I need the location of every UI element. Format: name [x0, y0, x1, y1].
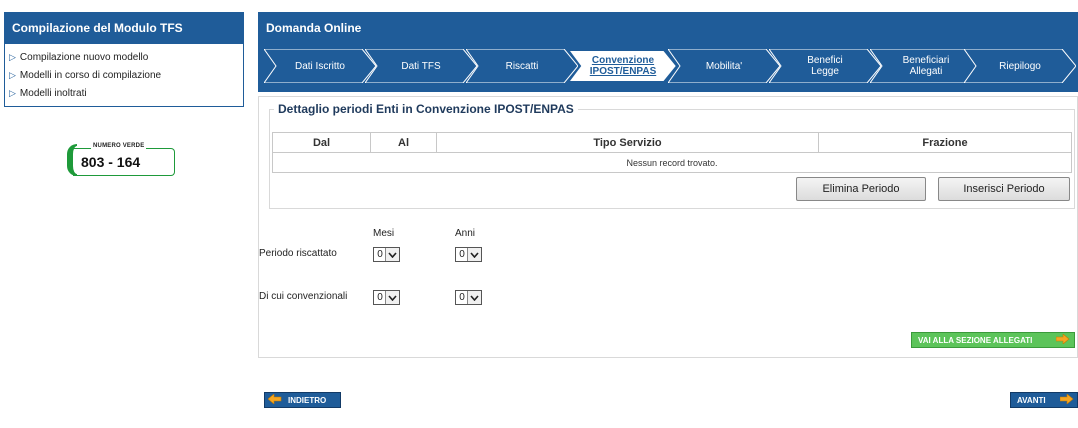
- triangle-right-icon: ▷: [9, 52, 16, 62]
- indietro-button[interactable]: INDIETRO: [264, 392, 341, 408]
- step-label: Mobilita': [705, 60, 743, 72]
- sidebar-item-label: Compilazione nuovo modello: [19, 52, 149, 63]
- step-label: Riepilogo: [999, 60, 1041, 72]
- column-header-dal[interactable]: Dal: [272, 132, 371, 153]
- sidebar-item-nuovo-modello[interactable]: ▷ Compilazione nuovo modello: [9, 48, 243, 66]
- sidebar-item-label: Modelli in corso di compilazione: [19, 70, 162, 81]
- inserisci-periodo-button[interactable]: Inserisci Periodo: [938, 177, 1070, 201]
- periodo-riscattato-label: Periodo riscattato: [259, 248, 337, 259]
- column-header-tipo-servizio[interactable]: Tipo Servizio: [436, 132, 819, 153]
- arrow-right-icon: [1055, 333, 1070, 346]
- empty-message: Nessun record trovato.: [272, 152, 1072, 173]
- step-benefici-legge[interactable]: Benefici Legge: [769, 49, 881, 83]
- sidebar-item-modelli-in-corso[interactable]: ▷ Modelli in corso di compilazione: [9, 66, 243, 84]
- sidebar: Compilazione del Modulo TFS ▷ Compilazion…: [4, 12, 244, 107]
- sidebar-item-modelli-inoltrati[interactable]: ▷ Modelli inoltrati: [9, 84, 243, 102]
- di-cui-convenzionali-label: Di cui convenzionali: [259, 291, 348, 302]
- chevron-down-icon: [467, 248, 481, 261]
- di-cui-convenzionali-mesi-select[interactable]: 0: [373, 290, 400, 305]
- triangle-right-icon: ▷: [9, 70, 16, 80]
- step-riscatti[interactable]: Riscatti: [466, 49, 578, 83]
- periodi-table: Dal Al Tipo Servizio Frazione Nessun rec…: [272, 132, 1072, 173]
- allegati-button-label: VAI ALLA SEZIONE ALLEGATI: [918, 335, 1033, 345]
- table-header-row: Dal Al Tipo Servizio Frazione: [272, 132, 1072, 153]
- table-row: Nessun record trovato.: [272, 152, 1072, 173]
- periodi-fieldset: Dettaglio periodi Enti in Convenzione IP…: [269, 102, 1075, 209]
- step-mobilita[interactable]: Mobilita': [668, 49, 780, 83]
- avanti-button[interactable]: AVANTI: [1010, 392, 1078, 408]
- step-dati-tfs[interactable]: Dati TFS: [365, 49, 477, 83]
- step-label: Dati Iscritto: [294, 60, 345, 72]
- section-legend: Dettaglio periodi Enti in Convenzione IP…: [274, 102, 578, 116]
- vai-sezione-allegati-button[interactable]: VAI ALLA SEZIONE ALLEGATI: [911, 332, 1075, 348]
- step-label-line1: Benefici: [807, 55, 843, 66]
- step-label: Dati TFS: [401, 60, 441, 72]
- step-label-line2: Legge: [811, 66, 839, 77]
- periodo-riscattato-anni-select[interactable]: 0: [455, 247, 482, 262]
- elimina-periodo-button[interactable]: Elimina Periodo: [796, 177, 926, 201]
- sidebar-menu: ▷ Compilazione nuovo modello ▷ Modelli in …: [4, 44, 244, 107]
- step-label: Riscatti: [505, 60, 539, 72]
- indietro-label: INDIETRO: [288, 395, 327, 405]
- chevron-down-icon: [385, 291, 399, 304]
- sidebar-title: Compilazione del Modulo TFS: [4, 12, 244, 44]
- content-panel: Dettaglio periodi Enti in Convenzione IP…: [258, 96, 1078, 358]
- step-label-line2: Allegati: [909, 66, 943, 77]
- chevron-down-icon: [385, 248, 399, 261]
- chevron-down-icon: [467, 291, 481, 304]
- numero-verde-number: 803 - 164: [81, 154, 141, 170]
- main-title: Domanda Online: [258, 12, 1078, 44]
- step-convenzione[interactable]: Convenzione IPOST/ENPAS: [567, 49, 679, 83]
- arrow-right-icon: [1059, 393, 1074, 406]
- step-label-line2: IPOST/ENPAS: [589, 66, 657, 77]
- arrow-left-icon: [267, 393, 282, 406]
- anni-label: Anni: [455, 228, 476, 239]
- sidebar-item-label: Modelli inoltrati: [19, 88, 87, 99]
- column-header-al[interactable]: Al: [370, 132, 437, 153]
- triangle-right-icon: ▷: [9, 88, 16, 98]
- mesi-label: Mesi: [373, 228, 395, 239]
- di-cui-convenzionali-anni-select[interactable]: 0: [455, 290, 482, 305]
- periodo-riscattato-mesi-select[interactable]: 0: [373, 247, 400, 262]
- steps-navigation: Dati Iscritto Dati TFS Riscatti Convenzi…: [258, 44, 1078, 92]
- step-label-line1: Convenzione: [591, 55, 655, 66]
- numero-verde-caption: NUMERO VERDE: [91, 143, 147, 149]
- step-dati-iscritto[interactable]: Dati Iscritto: [264, 49, 376, 83]
- step-riepilogo[interactable]: Riepilogo: [964, 49, 1076, 83]
- avanti-label: AVANTI: [1017, 395, 1046, 405]
- numero-verde-logo: NUMERO VERDE 803 - 164: [67, 142, 175, 176]
- step-label-line1: Beneficiari: [902, 55, 950, 66]
- column-header-frazione[interactable]: Frazione: [818, 132, 1072, 153]
